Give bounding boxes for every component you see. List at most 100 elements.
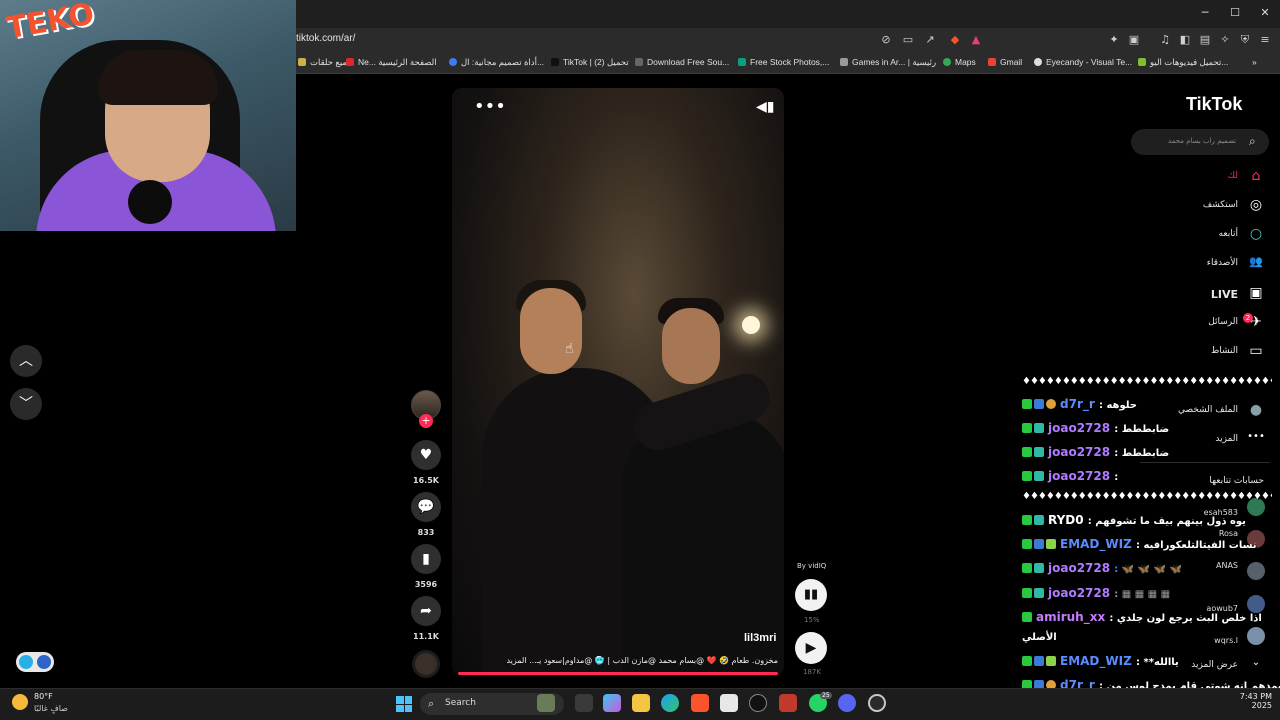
more-options-icon[interactable]: ••• <box>474 96 506 117</box>
previous-video-button[interactable]: ︿ <box>10 345 42 377</box>
download-icon <box>635 58 643 66</box>
tracking-icon[interactable]: ⊘ <box>878 32 894 48</box>
following-name[interactable]: wqrs.l <box>1152 636 1238 645</box>
kick-badge-icon <box>1022 539 1032 549</box>
tabs-icon[interactable]: ▣ <box>1126 32 1142 48</box>
bookmark-item[interactable]: Gmail <box>988 57 1022 67</box>
edge-icon[interactable] <box>661 694 679 712</box>
plus-badge-icon <box>1046 539 1056 549</box>
next-video-button[interactable]: ﹀ <box>10 388 42 420</box>
bookmark-item[interactable]: Ne... الصفحة الرئيسية <box>346 57 437 68</box>
minimize-button[interactable]: ─ <box>1190 6 1220 19</box>
bookmark-item[interactable]: TikTok | تحميل (2) <box>551 57 629 68</box>
kick-badge-icon <box>1022 515 1032 525</box>
tiktok-logo[interactable]: TikTok <box>1186 94 1242 115</box>
kick-badge-icon <box>1022 588 1032 598</box>
chat-message: d7r_r : حلوهه <box>1022 397 1280 417</box>
video-caption[interactable]: مخزون. طعام 🤣 ❤️ @بسام محمد @مازن الدب |… <box>462 656 778 665</box>
vpn-icon[interactable]: ⛨ <box>1237 32 1253 48</box>
share-icon[interactable]: ↗ <box>922 32 938 48</box>
video-player[interactable] <box>452 88 784 676</box>
address-bar[interactable]: tiktok.com/ar/ <box>296 33 355 44</box>
speaker-icon[interactable]: ◀▮ <box>756 99 774 115</box>
music-icon[interactable]: ♫ <box>1157 32 1173 48</box>
bookmarks-more-button[interactable]: » <box>1252 57 1257 67</box>
kick-badge-icon <box>1022 399 1032 409</box>
vidiq-label: By vidIQ <box>797 562 827 570</box>
chatgpt-icon[interactable] <box>749 694 767 712</box>
power-icon <box>19 655 33 669</box>
chat-message: EMAD_WIZ : نسات الفيتالتلعكورافيه <box>1022 537 1280 557</box>
wallet-icon[interactable]: ▤ <box>1197 32 1213 48</box>
bookmark-item[interactable]: Free Stock Photos,... <box>738 57 829 67</box>
gmail-icon <box>988 58 996 66</box>
file-explorer-icon[interactable] <box>632 694 650 712</box>
kick-badge-icon <box>1022 612 1032 622</box>
app-icon[interactable] <box>779 694 797 712</box>
chat-separator: ♦♦♦♦♦♦♦♦♦♦♦♦♦♦♦♦♦♦♦♦♦♦♦♦♦♦♦♦♦♦♦♦♦♦♦ <box>1022 491 1272 502</box>
store-icon[interactable] <box>720 694 738 712</box>
video-progress-bar[interactable] <box>458 672 778 675</box>
ceiling-lamp <box>742 316 760 334</box>
bookmark-item[interactable]: Maps <box>943 57 976 67</box>
bookmark-item[interactable]: جميع حلقات <box>298 57 353 68</box>
sub-badge-icon <box>1034 563 1044 573</box>
nav-activity[interactable]: النشاط <box>1140 346 1238 356</box>
creator-watermark: lil3mri <box>744 632 777 644</box>
compass-icon[interactable]: ◎ <box>1246 197 1266 213</box>
task-view-icon[interactable] <box>575 694 593 712</box>
maximize-button[interactable]: ☐ <box>1220 6 1250 19</box>
brave-shield-icon[interactable]: ◆ <box>947 32 963 48</box>
sidebar-icon[interactable]: ◧ <box>1177 32 1193 48</box>
extensions-icon[interactable]: ✦ <box>1106 32 1122 48</box>
chat-message: RYD0 : يوه ذول بينهم بيف ما تشوفهم <box>1022 513 1280 533</box>
friends-icon[interactable]: 👥 <box>1246 255 1266 268</box>
activity-icon[interactable]: ▭ <box>1246 343 1266 359</box>
windows-start-icon[interactable] <box>396 696 412 712</box>
nav-messages[interactable]: الرسائل <box>1140 317 1238 327</box>
copilot-icon[interactable] <box>603 694 621 712</box>
save-button[interactable]: ▮ <box>411 544 441 574</box>
gift-badge-icon <box>1046 399 1056 409</box>
nav-explore[interactable]: استكشف <box>1140 200 1238 210</box>
search-highlight-icon[interactable] <box>537 694 555 712</box>
bookmark-item[interactable]: Download Free Sou... <box>635 57 729 67</box>
close-window-button[interactable]: ✕ <box>1250 6 1280 19</box>
bookmark-item[interactable]: أداة تصميم مجانية: ال... <box>449 57 544 68</box>
nav-friends[interactable]: الأصدقاء <box>1140 258 1238 268</box>
play-icon: ▶ <box>805 640 817 656</box>
search-icon: ⌕ <box>428 697 435 710</box>
like-count: 16.5K <box>413 476 439 485</box>
leo-icon[interactable]: ✧ <box>1217 32 1233 48</box>
chat-message: joao2728 : ضابططط <box>1022 445 1280 465</box>
obs-icon[interactable] <box>868 694 886 712</box>
nav-for-you[interactable]: لك <box>1140 171 1238 181</box>
menu-icon[interactable]: ≡ <box>1257 32 1273 48</box>
system-clock[interactable]: 7:43 PM 2025 <box>1228 692 1272 710</box>
like-button[interactable]: ♥ <box>411 440 441 470</box>
brave-icon[interactable] <box>691 694 709 712</box>
nav-live[interactable]: LIVE <box>1140 288 1238 301</box>
bookmark-item[interactable]: Eyecandy - Visual Te... <box>1034 57 1132 67</box>
bookmark-item[interactable]: تحميل فيديوهات اليو... <box>1138 57 1228 68</box>
following-icon[interactable]: ○ <box>1246 226 1266 242</box>
view-count: 187K <box>803 668 821 676</box>
follow-plus-icon[interactable]: + <box>419 414 433 428</box>
brave-rewards-icon[interactable]: ▲ <box>968 32 984 48</box>
screen-icon[interactable]: ▭ <box>900 32 916 48</box>
chevron-down-icon: ﹀ <box>19 396 33 412</box>
kick-badge-icon <box>1022 563 1032 573</box>
nav-following[interactable]: أتابعه <box>1140 229 1238 239</box>
bookmark-item[interactable]: Games in Ar... | رئيسية <box>840 57 936 68</box>
music-disc-icon[interactable] <box>412 650 440 678</box>
vidiq-stats-button[interactable]: ▮▮ <box>795 579 827 611</box>
home-icon[interactable]: ⌂ <box>1246 168 1266 184</box>
kick-badge-icon <box>1022 423 1032 433</box>
play-button[interactable]: ▶ <box>795 632 827 664</box>
discord-icon[interactable] <box>838 694 856 712</box>
extension-toggle[interactable] <box>16 652 54 672</box>
share-button[interactable]: ➦ <box>411 596 441 626</box>
comment-button[interactable]: 💬 <box>411 492 441 522</box>
live-icon[interactable]: ▣ <box>1246 285 1266 301</box>
search-icon[interactable]: ⌕ <box>1249 134 1256 149</box>
